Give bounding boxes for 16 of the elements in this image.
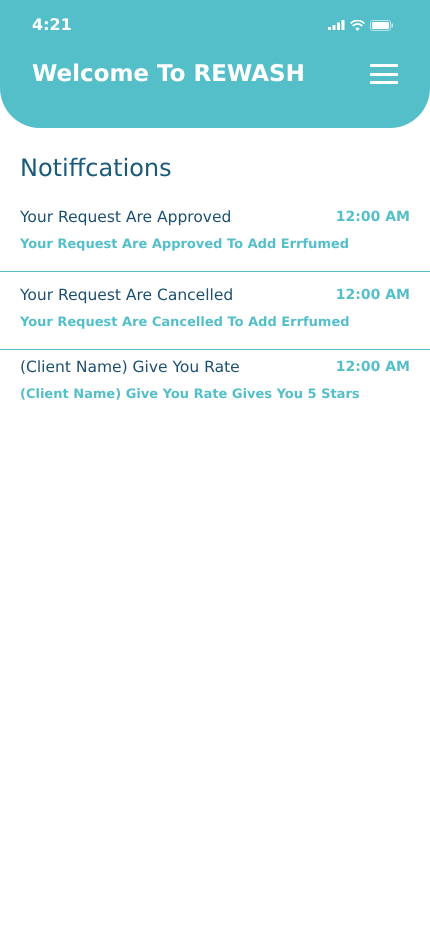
notification-time: 12:00 AM — [336, 286, 410, 305]
signal-icon — [328, 20, 345, 30]
notification-title: Your Request Are Approved — [20, 207, 232, 228]
status-time: 4:21 — [32, 14, 72, 36]
notification-time: 12:00 AM — [336, 208, 410, 228]
notification-time: 12:00 AM — [336, 358, 410, 377]
notification-message: Your Request Are Approved To Add Errfumed — [20, 236, 350, 254]
notification-title: (Client Name) Give You Rate — [20, 356, 240, 378]
notification-title: Your Request Are Cancelled — [20, 284, 234, 306]
section-title: Notiffcations — [19, 153, 173, 184]
battery-icon — [370, 20, 394, 30]
wifi-icon — [350, 20, 365, 30]
notification-message: Your Request Are Cancelled To Add Errfumed — [20, 314, 351, 332]
app-title: Welcome To REWASH — [32, 60, 305, 89]
menu-button[interactable] — [370, 64, 398, 84]
notification-message: (Client Name) Give You Rate Gives You 5 Stars — [20, 386, 361, 404]
